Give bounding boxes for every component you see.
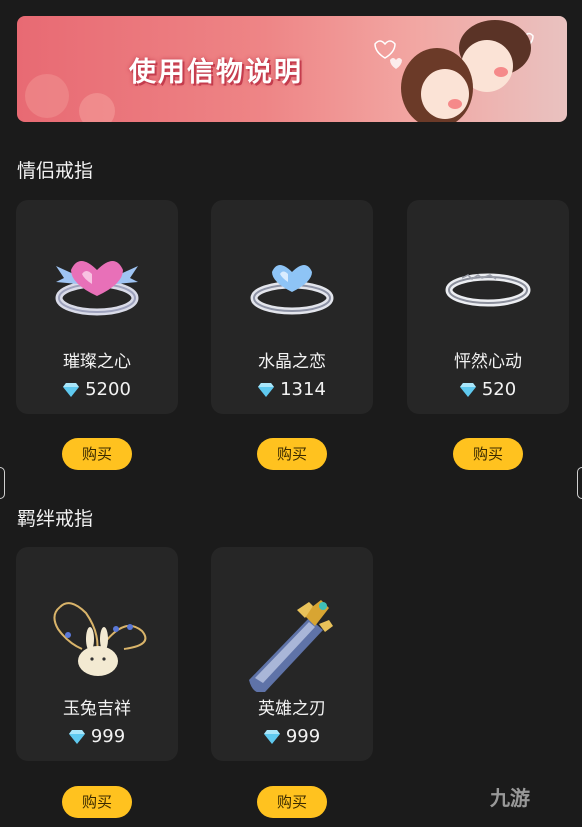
item-card-1-0[interactable]: 玉兔吉祥 999 xyxy=(16,547,178,761)
hero-sword-icon xyxy=(249,600,333,692)
item-price-value: 1314 xyxy=(280,379,326,400)
diamond-icon xyxy=(263,730,280,744)
buy-button[interactable]: 购买 xyxy=(257,786,327,818)
item-name: 怦然心动 xyxy=(454,352,522,372)
item-price-value: 5200 xyxy=(85,379,131,400)
item-name: 英雄之刃 xyxy=(258,699,326,719)
item-name: 水晶之恋 xyxy=(258,352,326,372)
blue-heart-ring-icon xyxy=(250,265,334,315)
pink-heart-winged-ring-icon xyxy=(55,261,139,316)
item-card-0-2[interactable]: 怦然心动 520 xyxy=(407,200,569,414)
watermark-logo: 九游 xyxy=(490,786,530,810)
item-card-0-0[interactable]: 璀璨之心 5200 xyxy=(16,200,178,414)
jade-rabbit-charm-icon xyxy=(53,602,147,676)
item-card-1-1[interactable]: 英雄之刃 999 xyxy=(211,547,373,761)
buy-button[interactable]: 购买 xyxy=(257,438,327,470)
item-price: 999 xyxy=(211,726,373,747)
buy-button[interactable]: 购买 xyxy=(62,786,132,818)
item-price-value: 999 xyxy=(285,726,321,747)
silver-band-ring-icon xyxy=(445,273,531,307)
section-title-bond-rings: 羁绊戒指 xyxy=(17,508,94,530)
item-name: 玉兔吉祥 xyxy=(63,699,131,719)
diamond-icon xyxy=(459,383,476,397)
item-price: 1314 xyxy=(211,379,373,400)
item-price: 999 xyxy=(16,726,178,747)
buy-button[interactable]: 购买 xyxy=(62,438,132,470)
usage-instructions-banner[interactable]: 使用信物说明 xyxy=(17,16,567,122)
item-price: 5200 xyxy=(16,379,178,400)
diamond-icon xyxy=(63,383,80,397)
diamond-icon xyxy=(68,730,85,744)
scroll-right-handle[interactable] xyxy=(577,467,582,499)
scroll-left-handle[interactable] xyxy=(0,467,5,499)
item-card-0-1[interactable]: 水晶之恋 1314 xyxy=(211,200,373,414)
section-title-couple-rings: 情侣戒指 xyxy=(17,160,94,182)
diamond-icon xyxy=(258,383,275,397)
banner-title: 使用信物说明 xyxy=(129,57,303,88)
item-price: 520 xyxy=(407,379,569,400)
item-price-value: 520 xyxy=(481,379,517,400)
item-name: 璀璨之心 xyxy=(63,352,131,372)
buy-button[interactable]: 购买 xyxy=(453,438,523,470)
item-price-value: 999 xyxy=(90,726,126,747)
